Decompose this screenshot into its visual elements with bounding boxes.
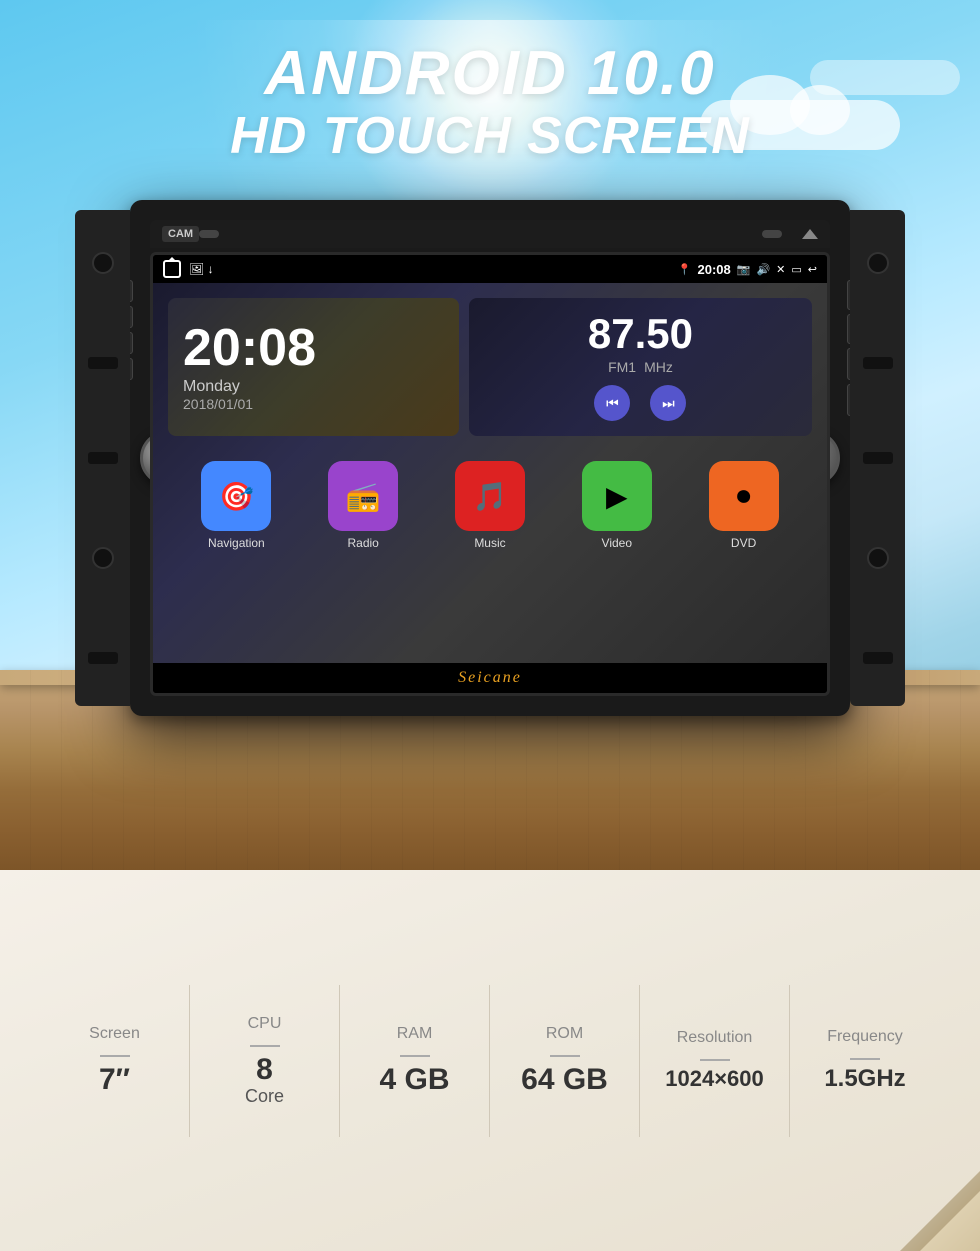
- camera-status-icon: 📷: [737, 263, 751, 276]
- spec-divider-0: [100, 1055, 130, 1057]
- app-nav-icon: 🎯: [201, 461, 271, 531]
- stereo-unit: NAVI DVD MUT BND ⏭ ⏮ ☎ 📞 CAM: [130, 200, 850, 716]
- bracket-slot-2: [88, 452, 118, 464]
- specs-section: Screen 7″ CPU 8 Core RAM 4 GB ROM 64 GB …: [0, 870, 980, 1251]
- back-icon[interactable]: ↩: [808, 263, 817, 276]
- radio-controls: ⏮ ⏭: [594, 385, 686, 421]
- apps-row: 🎯 Navigation 📻 Radio 🎵 Music ▶: [168, 451, 812, 560]
- clock-card: 20:08 Monday 2018/01/01: [168, 298, 459, 436]
- clock-day: Monday: [183, 378, 444, 396]
- radio-band: FM1: [608, 359, 636, 375]
- app-video[interactable]: ▶ Video: [582, 461, 652, 550]
- spec-divider-3: [550, 1055, 580, 1057]
- spec-divider-2: [400, 1055, 430, 1057]
- bracket-slot: [88, 357, 118, 369]
- radio-card: 87.50 FM1 MHz ⏮ ⏭: [469, 298, 812, 436]
- screen-container: 🖼 ↓ 📍 20:08 📷 🔊 ✕ ▭ ↩: [150, 252, 830, 696]
- close-icon: ✕: [776, 263, 785, 276]
- bracket-hole-r2: [867, 547, 889, 569]
- spec-res-label: Resolution: [677, 1029, 753, 1047]
- spec-res-value: 1024×600: [665, 1067, 764, 1091]
- location-icon: 📍: [678, 263, 692, 276]
- app-nav-label: Navigation: [208, 536, 265, 550]
- app-dvd[interactable]: ⏺ DVD: [709, 461, 779, 550]
- radio-prev-btn[interactable]: ⏮: [594, 385, 630, 421]
- spec-screen-value: 7″: [99, 1063, 130, 1096]
- spec-frequency: Frequency 1.5GHz: [790, 985, 940, 1137]
- app-music-label: Music: [474, 536, 505, 550]
- bracket-hole-r1: [867, 252, 889, 274]
- radio-frequency: 87.50: [588, 313, 693, 355]
- bracket-slot-r3: [863, 652, 893, 664]
- app-radio-label: Radio: [348, 536, 379, 550]
- top-dot: [199, 230, 219, 238]
- status-left: 🖼 ↓: [163, 260, 214, 278]
- eject-icon[interactable]: [802, 229, 818, 239]
- bracket-slot-r1: [863, 357, 893, 369]
- bracket-right: [850, 210, 905, 706]
- spec-divider-4: [700, 1059, 730, 1061]
- app-video-icon: ▶: [582, 461, 652, 531]
- paper-curl: [900, 1171, 980, 1251]
- app-radio-icon: 📻: [328, 461, 398, 531]
- clock-date: 2018/01/01: [183, 396, 444, 412]
- title-line1: ANDROID 10.0: [0, 40, 980, 108]
- spec-cpu-value: 8: [256, 1053, 273, 1086]
- status-time: 20:08: [698, 262, 731, 277]
- status-image-icon: 🖼 ↓: [189, 262, 214, 276]
- spec-resolution: Resolution 1024×600: [640, 985, 790, 1137]
- android-status-bar: 🖼 ↓ 📍 20:08 📷 🔊 ✕ ▭ ↩: [153, 255, 827, 283]
- app-music-icon: 🎵: [455, 461, 525, 531]
- spec-cpu-label: CPU: [248, 1015, 282, 1033]
- spec-rom-value: 64 GB: [521, 1063, 608, 1096]
- top-dot-2: [762, 230, 782, 238]
- app-music[interactable]: 🎵 Music: [455, 461, 525, 550]
- spec-ram-value: 4 GB: [379, 1063, 449, 1096]
- hero-section: ANDROID 10.0 HD TOUCH SCREEN: [0, 0, 980, 870]
- seicane-text: Seicane: [458, 669, 522, 686]
- spec-ram-label: RAM: [397, 1025, 433, 1043]
- cam-label: CAM: [162, 226, 199, 242]
- specs-grid: Screen 7″ CPU 8 Core RAM 4 GB ROM 64 GB …: [40, 985, 940, 1137]
- spec-divider-1: [250, 1045, 280, 1047]
- home-icon[interactable]: [163, 260, 181, 278]
- spec-rom: ROM 64 GB: [490, 985, 640, 1137]
- app-radio[interactable]: 📻 Radio: [328, 461, 398, 550]
- hero-title: ANDROID 10.0 HD TOUCH SCREEN: [0, 40, 980, 165]
- seicane-bar: Seicane: [153, 663, 827, 693]
- spec-screen-label: Screen: [89, 1025, 140, 1043]
- radio-unit: MHz: [644, 359, 673, 375]
- radio-band-row: FM1 MHz: [608, 359, 673, 375]
- bracket-slot-r2: [863, 452, 893, 464]
- radio-next-btn[interactable]: ⏭: [650, 385, 686, 421]
- app-dvd-label: DVD: [731, 536, 756, 550]
- screen-content: 20:08 Monday 2018/01/01 87.50 FM1 MHz: [153, 283, 827, 663]
- spec-cpu: CPU 8 Core: [190, 985, 340, 1137]
- title-line2: HD TOUCH SCREEN: [0, 108, 980, 165]
- stereo-wrapper: NAVI DVD MUT BND ⏭ ⏮ ☎ 📞 CAM: [130, 200, 850, 716]
- bracket-left: [75, 210, 130, 706]
- bracket-hole-2: [92, 547, 114, 569]
- spec-rom-label: ROM: [546, 1025, 583, 1043]
- spec-freq-label: Frequency: [827, 1028, 903, 1046]
- spec-cpu-sub: Core: [245, 1086, 284, 1107]
- media-row: 20:08 Monday 2018/01/01 87.50 FM1 MHz: [168, 298, 812, 436]
- app-navigation[interactable]: 🎯 Navigation: [201, 461, 271, 550]
- spec-divider-5: [850, 1058, 880, 1060]
- bracket-slot-3: [88, 652, 118, 664]
- app-video-label: Video: [602, 536, 632, 550]
- spec-screen: Screen 7″: [40, 985, 190, 1137]
- spec-freq-value: 1.5GHz: [824, 1066, 905, 1092]
- app-dvd-icon: ⏺: [709, 461, 779, 531]
- volume-icon: 🔊: [756, 263, 770, 276]
- window-icon: ▭: [791, 263, 801, 276]
- clock-time: 20:08: [183, 322, 444, 374]
- spec-ram: RAM 4 GB: [340, 985, 490, 1137]
- bracket-hole: [92, 252, 114, 274]
- top-bar: CAM: [150, 220, 830, 248]
